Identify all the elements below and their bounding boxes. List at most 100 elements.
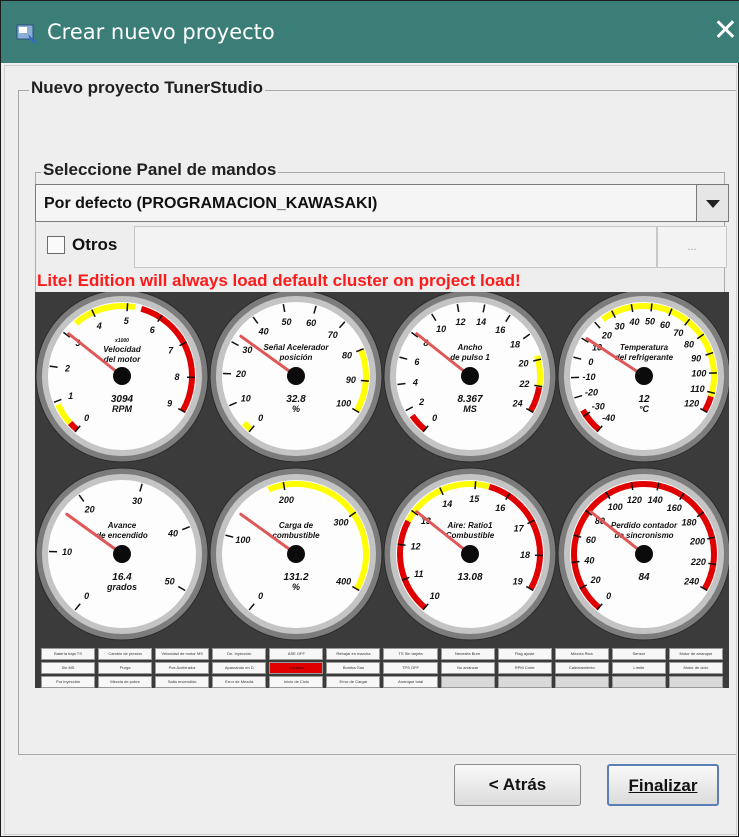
gauge-tick-label: -40: [602, 413, 615, 423]
app-icon: [16, 24, 37, 43]
gauge-tick-label: 300: [334, 517, 349, 527]
gauge-tick-label: 10: [436, 324, 446, 334]
gauge-tick-label: 15: [469, 494, 480, 504]
indicator: Purga: [98, 662, 153, 674]
gauge-tick-label: 0: [606, 591, 611, 601]
gauge-tick-label: 60: [660, 320, 670, 330]
gauge-multiplier: x1000: [114, 338, 129, 344]
gauge-tick-label: -30: [592, 402, 605, 412]
gauge-tick-label: 80: [342, 350, 352, 360]
indicator: Pos Acelerador: [155, 662, 210, 674]
gauge-title: Velocidad: [103, 345, 142, 354]
indicator: TS Sin tarjeta: [383, 648, 438, 660]
indicator: Inicio de Ciclo: [269, 676, 324, 688]
dashboard-select[interactable]: Por defecto (PROGRAMACION_KAWASAKI): [35, 184, 729, 222]
gauge-units: °C: [639, 404, 650, 414]
gauge-hub: [113, 545, 131, 563]
gauge-units: RPM: [112, 404, 133, 414]
gauge-tick-label: 200: [689, 536, 705, 546]
gauge-tick-label: 18: [510, 339, 520, 349]
gauge-tick-label: 40: [628, 317, 639, 327]
indicator: Velocidad de motor MS: [155, 648, 210, 660]
gauge-title: del refrigerante: [615, 353, 674, 362]
close-icon[interactable]: ✕: [713, 13, 738, 48]
others-checkbox[interactable]: [47, 236, 65, 254]
gauge-title: Ancho: [457, 343, 483, 352]
gauge-title: Señal Acelerador: [263, 343, 329, 352]
dashboard-select-value: Por defecto (PROGRAMACION_KAWASAKI): [44, 195, 378, 212]
gauge-tick-label: 220: [690, 557, 706, 567]
gauge-tick-label: 100: [608, 502, 623, 512]
indicator: Rebajar en marcha: [326, 648, 381, 660]
gauge-tick-label: 30: [615, 322, 625, 332]
gauge-tick-label: 20: [590, 575, 601, 585]
back-button[interactable]: < Atrás: [454, 764, 581, 806]
gauge-title: de pulso 1: [450, 353, 490, 362]
indicator: Motor de arranque: [668, 648, 723, 660]
gauge-title: Carga de: [279, 521, 314, 530]
gauge-units: %: [292, 404, 300, 414]
indicator: Sin MS: [41, 662, 96, 674]
indicator: ASE OFF: [269, 648, 324, 660]
gauge-tick-label: 2: [64, 364, 70, 374]
gauge-tick: [571, 560, 580, 564]
title-bar[interactable]: Crear nuevo proyecto ✕: [1, 1, 739, 63]
others-checkbox-label[interactable]: Otros: [72, 235, 117, 255]
gauge-hub: [287, 367, 305, 385]
gauge-tick-label: 120: [684, 399, 699, 409]
gauge-tick-label: 20: [518, 358, 529, 368]
chevron-down-icon: [706, 200, 720, 208]
gauge-tick-label: 70: [673, 328, 683, 338]
gauge-tick: [360, 379, 369, 382]
gauge-tick-label: 90: [346, 375, 356, 385]
dashboard-preview: 0 1 2 3 4 5 6 7 8 9 x1000 Velocidad del motor 3094 RPM…: [35, 292, 729, 688]
indicator: Salto encendido: [155, 676, 210, 688]
gauge-tick-label: 14: [442, 499, 452, 509]
gauge-value: 84: [638, 572, 650, 583]
gauge-tick-label: 110: [690, 384, 704, 394]
gauge-tick-label: 17: [514, 523, 525, 533]
gauge-tick-label: 2: [418, 397, 424, 407]
finish-button[interactable]: Finalizar: [607, 764, 719, 806]
dropdown-button[interactable]: [696, 185, 728, 221]
lite-warning: Lite! Edition will always load default c…: [37, 271, 521, 290]
browse-button[interactable]: ...: [657, 226, 727, 268]
gauge-tick: [650, 303, 653, 312]
gauge-tick-label: 400: [335, 577, 351, 587]
gauge-tick-label: 8: [174, 372, 179, 382]
gauge-tick: [474, 481, 477, 490]
indicator: Mezcla Rica: [554, 648, 609, 660]
gauge-title: Aire: Ratio1: [447, 521, 493, 530]
gauge-tick-label: 60: [306, 318, 316, 328]
gauge-tick-label: 50: [165, 577, 175, 587]
indicator: Sensor: [611, 648, 666, 660]
indicator: Error de Cargar: [326, 676, 381, 688]
gauge-tick: [397, 382, 406, 386]
gauge-tick-label: 60: [586, 535, 596, 545]
others-path-field[interactable]: [134, 226, 657, 268]
gauge-value: 13.08: [457, 572, 482, 583]
gauge-title: posición: [279, 353, 313, 362]
gauge-tick-label: 19: [513, 577, 523, 587]
indicator: [668, 676, 723, 688]
gauge-title: de encendido: [96, 531, 148, 540]
gauge-tick-label: 0: [432, 413, 437, 423]
gauge-tick-label: 10: [430, 591, 440, 601]
indicator: [440, 676, 495, 688]
gauge-tick-label: 0: [258, 413, 263, 423]
gauge-tick-label: 0: [84, 413, 89, 423]
gauge-units: MS: [463, 404, 477, 414]
gauge-tick-label: 140: [648, 495, 663, 505]
gauge-tick-label: 16: [495, 325, 506, 335]
gauge-tick-label: 240: [683, 577, 699, 587]
project-group-title: Nuevo proyecto TunerStudio: [29, 78, 266, 98]
gauge-tick-label: 10: [62, 547, 72, 557]
indicator: Error de Mezcla: [212, 676, 267, 688]
gauge-tick-label: 30: [242, 345, 252, 355]
gauges-canvas: 01234 56789x1000Velocidaddel motor3094RPM…: [35, 292, 729, 641]
indicator: Necesita Burn: [440, 648, 495, 660]
indicator: [611, 676, 666, 688]
gauge-tick-label: 9: [167, 399, 172, 409]
gauge-tick-label: 10: [241, 393, 251, 403]
gauge-title: Combustible: [446, 531, 495, 540]
